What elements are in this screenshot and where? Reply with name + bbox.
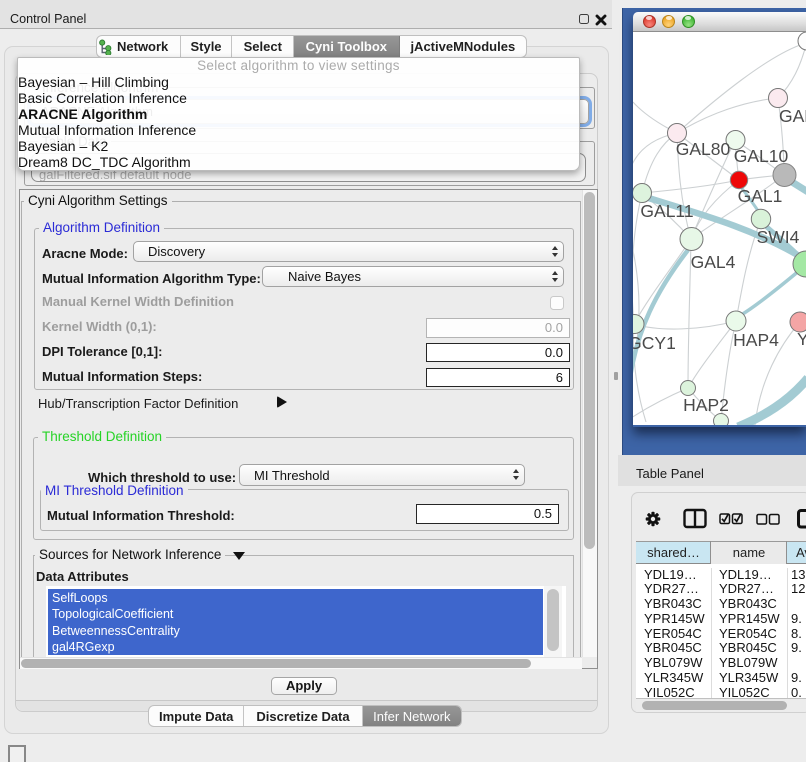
svg-text:GAL80: GAL80 bbox=[676, 139, 731, 159]
svg-text:GAL4: GAL4 bbox=[691, 252, 736, 272]
svg-text:GCY1: GCY1 bbox=[633, 333, 676, 353]
svg-text:GAL11: GAL11 bbox=[640, 201, 693, 221]
svg-text:GAL1: GAL1 bbox=[738, 186, 783, 206]
svg-text:HAP4: HAP4 bbox=[733, 330, 779, 350]
svg-text:HAP2: HAP2 bbox=[683, 395, 729, 415]
svg-text:GAL7: GAL7 bbox=[779, 106, 806, 126]
svg-text:YJ: YJ bbox=[797, 329, 806, 349]
svg-text:GAL10: GAL10 bbox=[734, 146, 789, 166]
svg-text:SWI4: SWI4 bbox=[757, 227, 800, 247]
